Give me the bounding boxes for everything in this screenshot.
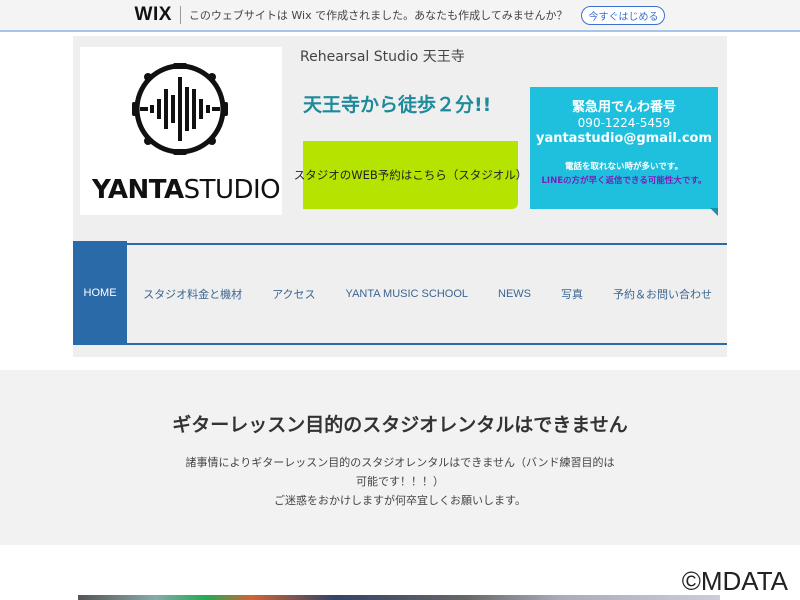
notice-line: ご迷惑をおかけしますが何卒宜しくお願いします。 (274, 494, 526, 507)
wix-logo[interactable]: WIX (135, 4, 172, 26)
divider (179, 6, 181, 24)
sound-wave-drum-icon (132, 63, 228, 155)
notice-heading: ギターレッスン目的のスタジオレンタルはできません (172, 414, 628, 436)
contact-phone[interactable]: 090-1224-5459 (530, 116, 718, 130)
nav-pricing[interactable]: スタジオ料金と機材 (128, 286, 257, 302)
site-logo[interactable]: YANTASTUDIO (80, 47, 282, 215)
nav-access[interactable]: アクセス (257, 286, 330, 302)
photo-strip (78, 595, 720, 600)
nav-photos[interactable]: 写真 (546, 286, 598, 302)
contact-title: 緊急用でんわ番号 (571, 100, 676, 115)
web-booking-button[interactable]: スタジオのWEB予約はこちら（スタジオル） (294, 141, 527, 209)
speech-tail (710, 208, 718, 216)
contact-line-note: LINEの方が早く返信できる可能性大です。 (541, 176, 707, 186)
watermark: ©MDATA (681, 566, 788, 596)
main-nav: HOME スタジオ料金と機材 アクセス YANTA MUSIC SCHOOL N… (73, 241, 727, 345)
nav-home[interactable]: HOME (73, 241, 128, 345)
notice-section: ギターレッスン目的のスタジオレンタルはできません 諸事情によりギターレッスン目的… (0, 370, 800, 545)
site-header: YANTASTUDIO Rehearsal Studio 天王寺 天王寺から徒歩… (73, 36, 727, 357)
start-now-button[interactable]: 今すぐはじめる (581, 5, 666, 25)
contact-email[interactable]: yantastudio@gmail.com (530, 131, 718, 146)
nav-contact[interactable]: 予約＆お問い合わせ (598, 286, 727, 302)
nav-music-school[interactable]: YANTA MUSIC SCHOOL (331, 288, 483, 300)
notice-body: 諸事情によりギターレッスン目的のスタジオレンタルはできません（バンド練習目的は … (0, 453, 800, 510)
notice-line: 諸事情によりギターレッスン目的のスタジオレンタルはできません（バンド練習目的は (185, 456, 615, 469)
notice-line: 可能です！！！） (356, 475, 444, 488)
nav-news[interactable]: NEWS (483, 288, 546, 300)
catchphrase: 天王寺から徒歩２分!! (303, 94, 492, 116)
contact-note: 電話を取れない時が多いです。 (565, 162, 683, 172)
contact-box: 緊急用でんわ番号 090-1224-5459 yantastudio@gmail… (530, 87, 718, 216)
wix-banner: WIX このウェブサイトは Wix で作成されました。あなたも作成してみませんか… (0, 0, 800, 32)
studio-name: Rehearsal Studio 天王寺 (300, 49, 465, 65)
logo-wordmark: YANTASTUDIO (92, 175, 281, 205)
wix-message: このウェブサイトは Wix で作成されました。あなたも作成してみませんか？ (188, 9, 568, 22)
